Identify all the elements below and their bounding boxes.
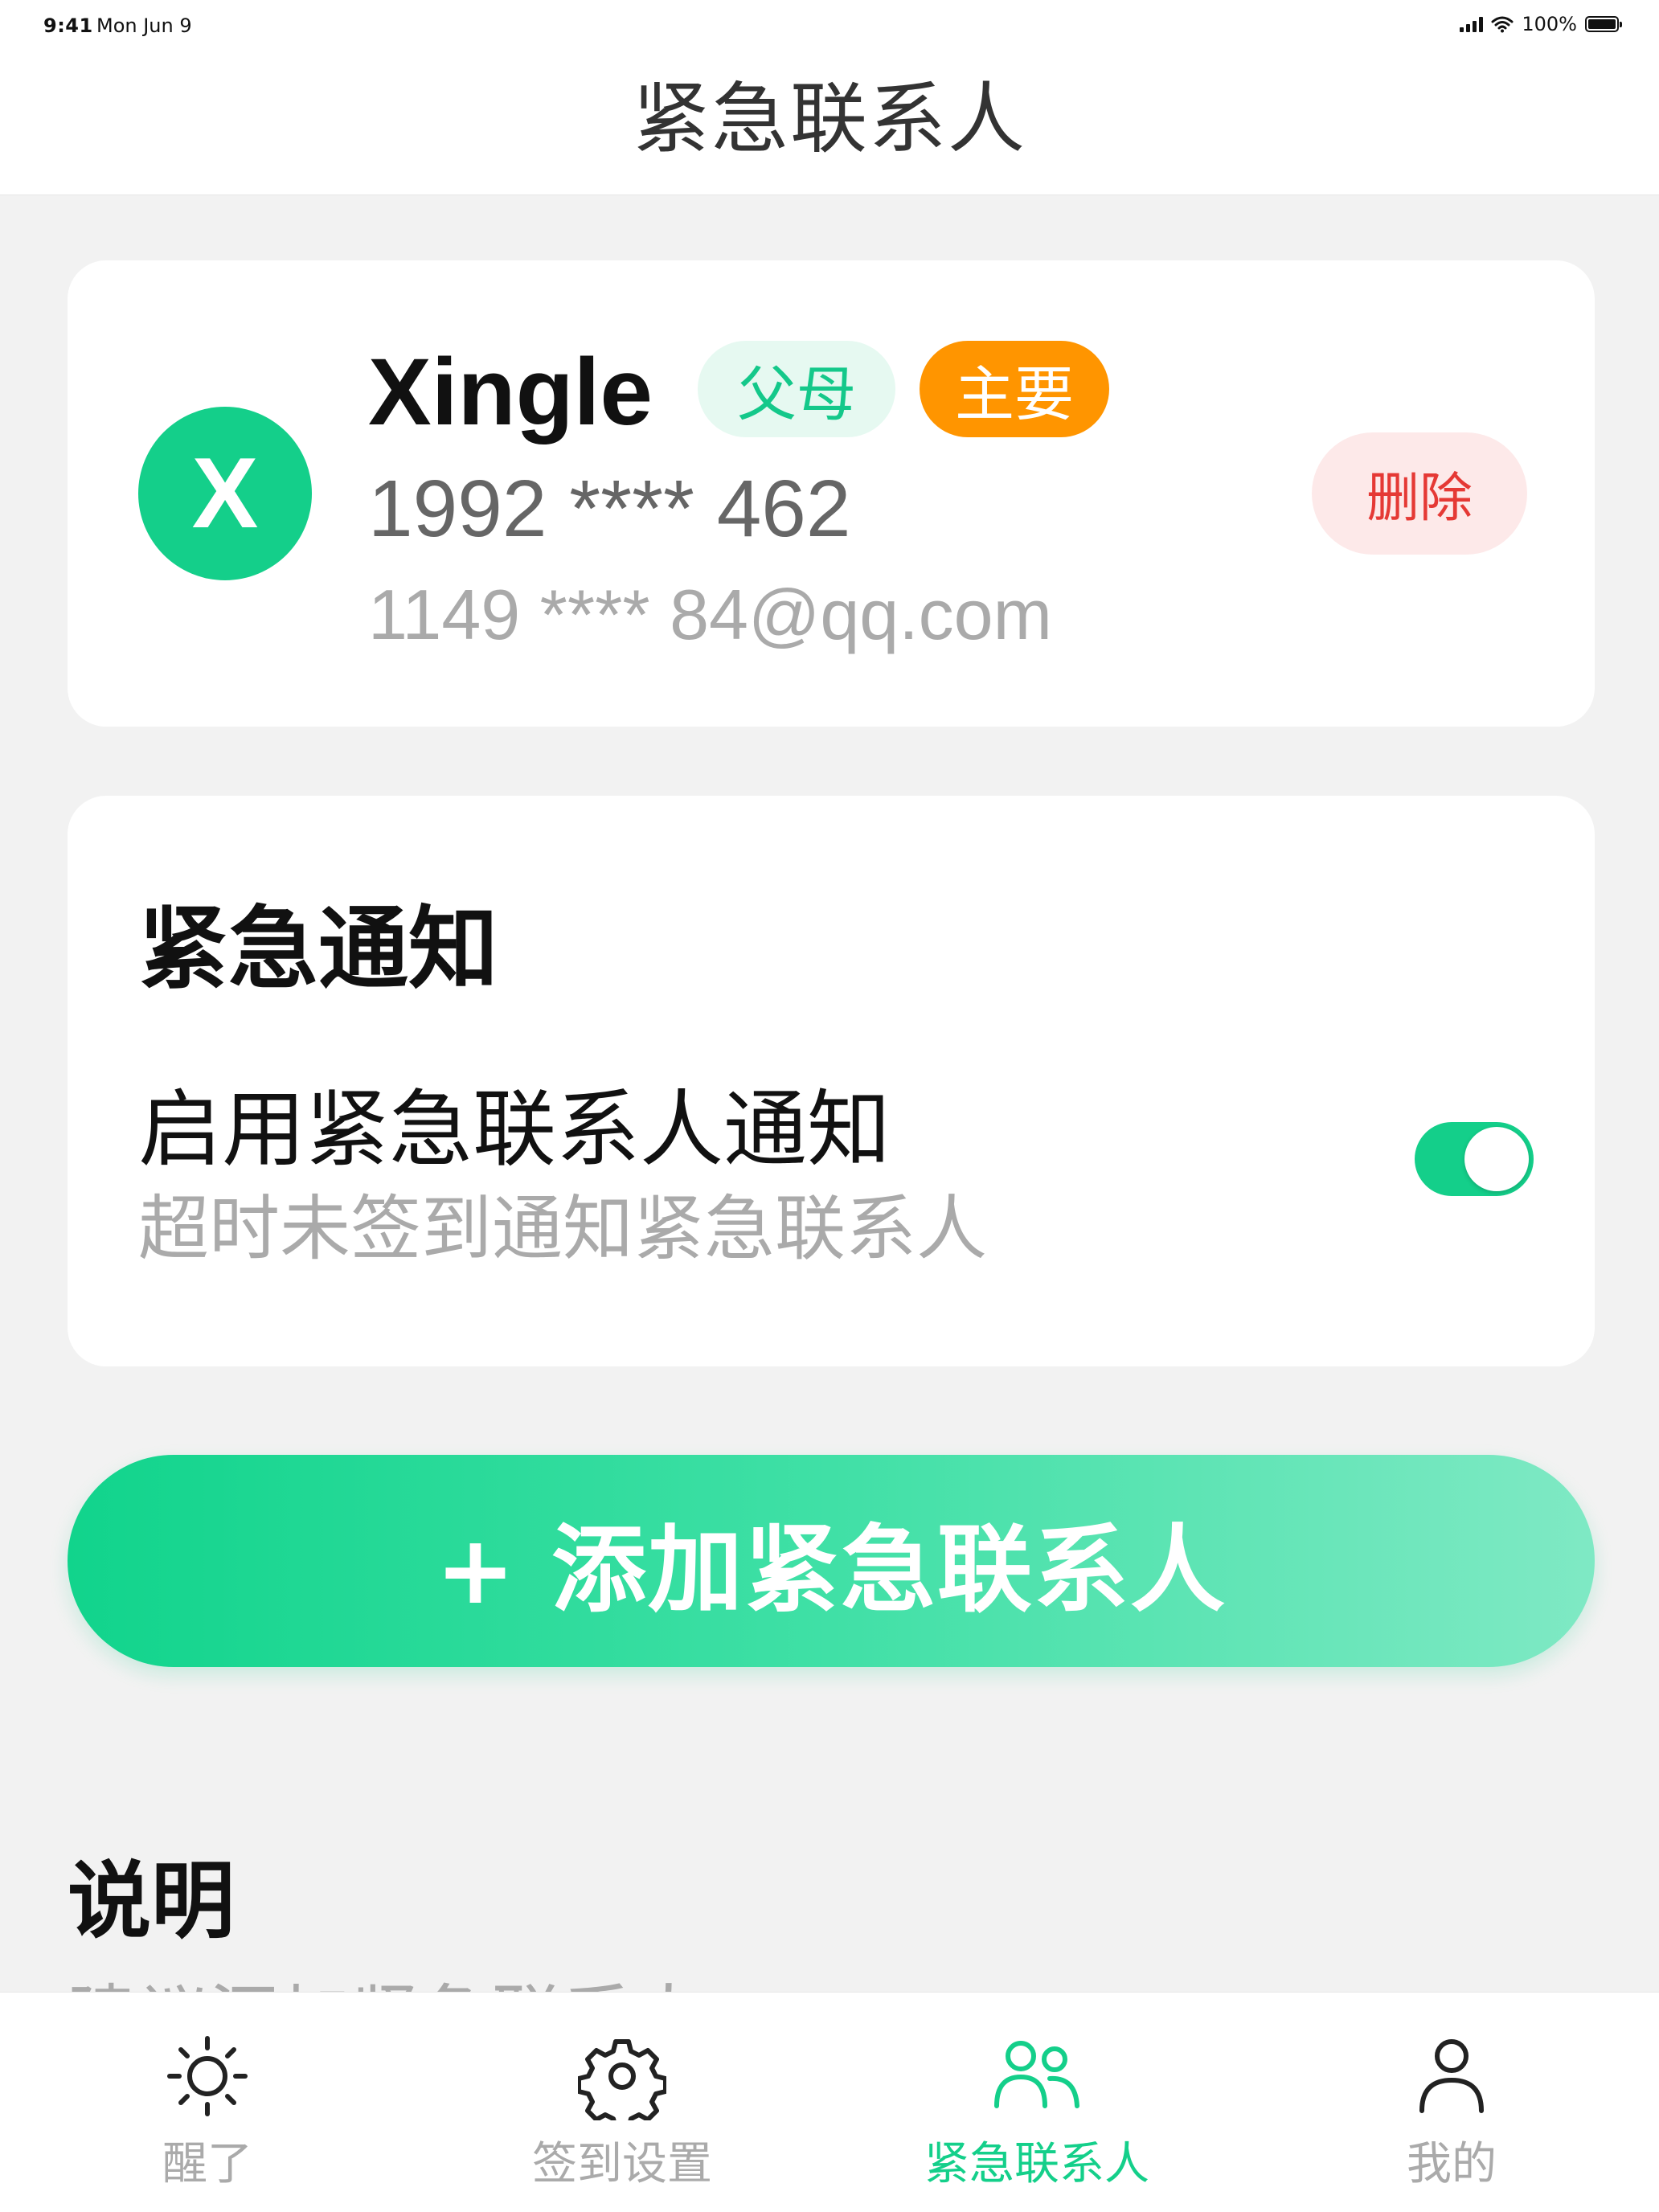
toggle-knob (1464, 1127, 1529, 1191)
contact-phone: 1992 **** 462 (368, 464, 851, 554)
notify-section-title: 紧急通知 (138, 897, 498, 1002)
delete-button[interactable]: 删除 (1312, 432, 1527, 555)
tab-label: 签到设置 (532, 2138, 712, 2190)
contact-card[interactable]: X Xingle 父母 主要 1992 **** 462 1149 **** 8… (68, 260, 1595, 727)
signal-icon (1460, 16, 1484, 32)
nav-header: 紧急联系人 (0, 51, 1659, 195)
relation-tag: 父母 (698, 341, 895, 437)
wifi-icon (1491, 16, 1514, 33)
person-icon (1403, 2028, 1500, 2124)
avatar: X (138, 407, 312, 580)
page-title: 紧急联系人 (633, 74, 1026, 164)
battery-icon (1585, 16, 1622, 32)
status-time: 9:41 (43, 14, 93, 37)
emergency-notify-card: 紧急通知 启用紧急联系人通知 超时未签到通知紧急联系人 (68, 796, 1595, 1366)
screen: 9:41 Mon Jun 9 100% 紧急联系人 X Xingle 父母 主要… (0, 0, 1659, 2212)
notify-toggle-label: 启用紧急联系人通知 (138, 1080, 891, 1178)
add-contact-button[interactable]: + 添加紧急联系人 (68, 1455, 1595, 1667)
contact-email: 1149 **** 84@qq.com (368, 575, 1052, 654)
status-date: Mon Jun 9 (96, 14, 192, 37)
tab-me[interactable]: 我的 (1244, 1993, 1659, 2212)
primary-tag: 主要 (920, 341, 1109, 437)
status-bar: 9:41 Mon Jun 9 100% (0, 0, 1659, 51)
gear-icon (574, 2028, 670, 2124)
tab-label: 醒了 (162, 2138, 252, 2190)
tab-emergency-contacts[interactable]: 紧急联系人 (830, 1993, 1244, 2212)
sun-icon (159, 2028, 256, 2124)
tab-label: 我的 (1407, 2138, 1497, 2190)
people-icon (989, 2028, 1085, 2124)
status-right: 100% (1460, 13, 1622, 35)
tab-checkin-settings[interactable]: 签到设置 (415, 1993, 830, 2212)
notify-toggle[interactable] (1415, 1122, 1534, 1196)
tab-label: 紧急联系人 (924, 2138, 1149, 2190)
notify-toggle-description: 超时未签到通知紧急联系人 (138, 1187, 988, 1270)
battery-percent: 100% (1522, 13, 1577, 35)
contact-name: Xingle (368, 339, 653, 445)
tab-bar: 醒了 签到设置 紧急联系人 我的 (0, 1992, 1659, 2212)
explain-title: 说明 (68, 1852, 236, 1950)
tab-awake[interactable]: 醒了 (0, 1993, 415, 2212)
